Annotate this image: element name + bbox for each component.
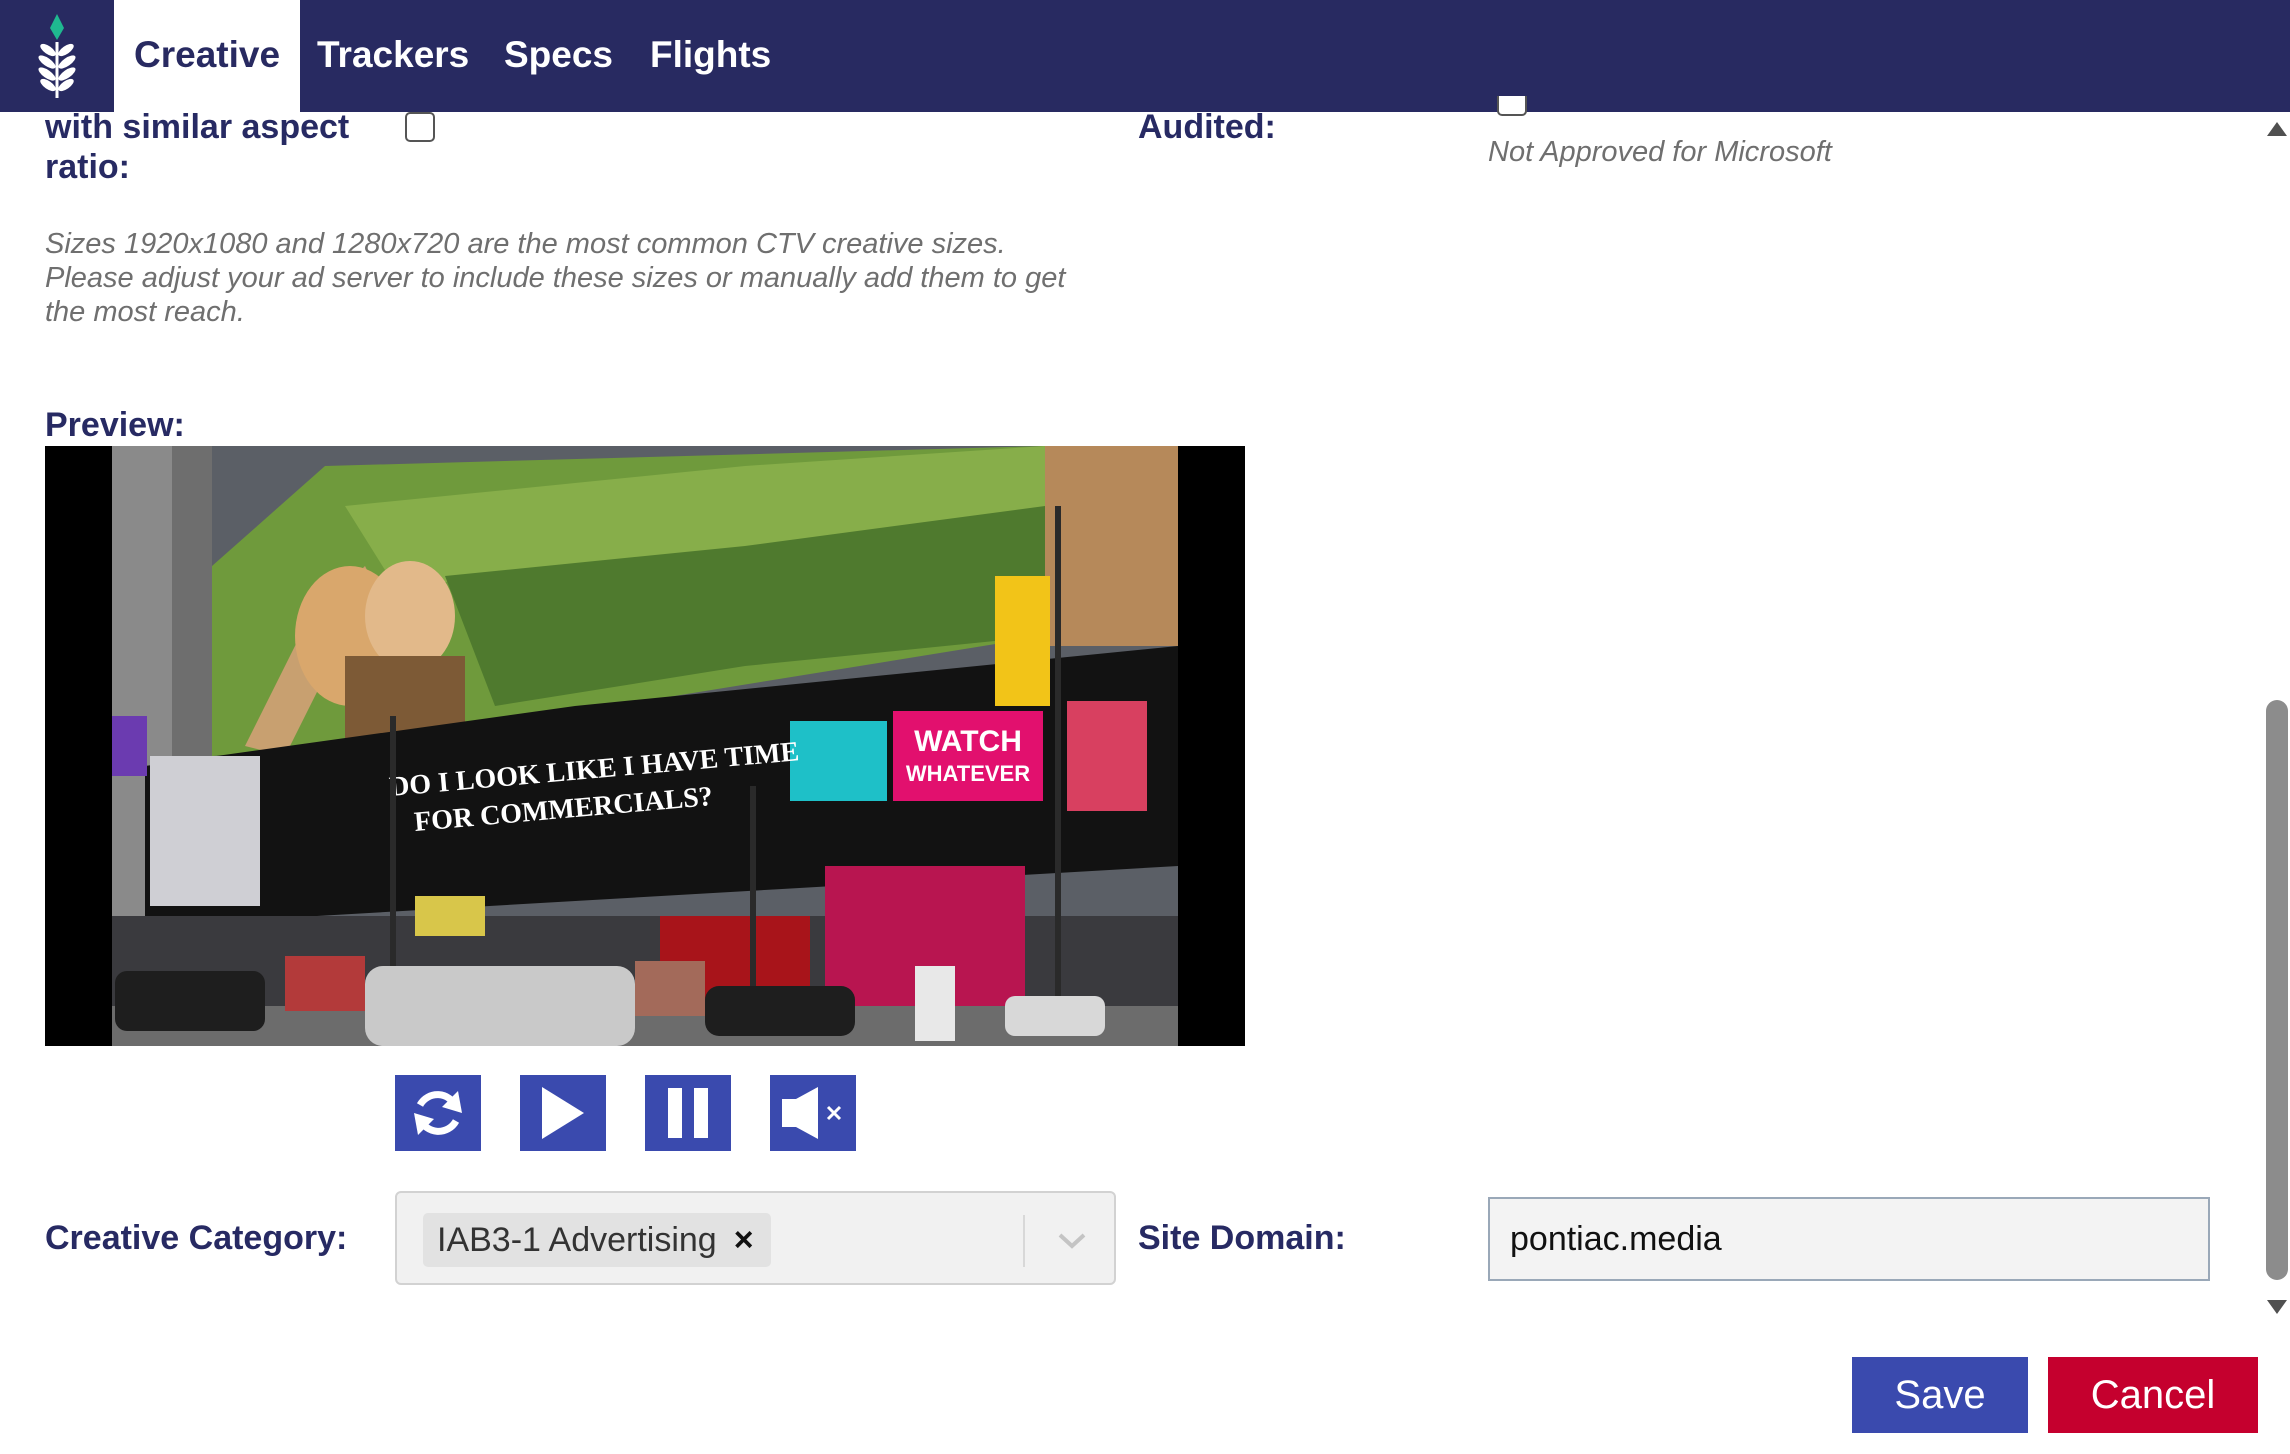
size-hint-line2: Please adjust your ad server to include … xyxy=(45,262,1066,294)
creative-category-label: Creative Category: xyxy=(45,1219,348,1257)
pause-icon xyxy=(668,1088,708,1138)
tab-creative[interactable]: Creative xyxy=(114,0,301,112)
audited-checkbox[interactable] xyxy=(1497,96,1527,116)
save-button[interactable]: Save xyxy=(1852,1357,2028,1433)
tab-flights[interactable]: Flights xyxy=(650,0,771,112)
scroll-down-arrow-icon[interactable] xyxy=(2267,1300,2287,1314)
pause-button[interactable] xyxy=(645,1075,731,1151)
tab-trackers[interactable]: Trackers xyxy=(317,0,469,112)
size-hint-line1: Sizes 1920x1080 and 1280x720 are the mos… xyxy=(45,228,1006,260)
mute-icon xyxy=(782,1087,842,1139)
cancel-button[interactable]: Cancel xyxy=(2048,1357,2258,1433)
aspect-ratio-checkbox[interactable] xyxy=(405,112,435,142)
replay-icon xyxy=(414,1091,462,1135)
category-chip-label: IAB3-1 Advertising xyxy=(437,1221,717,1259)
audited-status: Not Approved for Microsoft xyxy=(1488,136,1832,168)
replay-button[interactable] xyxy=(395,1075,481,1151)
mute-button[interactable] xyxy=(770,1075,856,1151)
aspect-ratio-label-line2: ratio: xyxy=(45,148,130,186)
top-nav-bar: Creative Trackers Specs Flights xyxy=(0,0,2290,112)
scrollbar-thumb[interactable] xyxy=(2266,700,2288,1280)
tab-specs[interactable]: Specs xyxy=(504,0,613,112)
play-button[interactable] xyxy=(520,1075,606,1151)
select-separator xyxy=(1023,1215,1025,1267)
creative-category-select[interactable]: IAB3-1 Advertising × xyxy=(395,1191,1116,1285)
chevron-down-icon[interactable] xyxy=(1047,1217,1097,1265)
scroll-up-arrow-icon[interactable] xyxy=(2267,122,2287,136)
play-icon xyxy=(542,1087,584,1139)
video-preview[interactable]: WATCH WHATEVER DO I LOOK LIKE I HAVE TIM… xyxy=(45,446,1245,1046)
wheat-leaf-logo-icon[interactable] xyxy=(0,0,114,112)
site-domain-label: Site Domain: xyxy=(1138,1219,1346,1257)
size-hint-line3: the most reach. xyxy=(45,296,245,328)
audited-label: Audited: xyxy=(1138,108,1276,146)
remove-category-icon[interactable]: × xyxy=(729,1213,759,1267)
category-chip: IAB3-1 Advertising × xyxy=(423,1213,771,1267)
billboard-watch-text: WATCH xyxy=(914,725,1022,758)
aspect-ratio-label-line1: with similar aspect xyxy=(45,108,350,146)
preview-label: Preview: xyxy=(45,406,185,444)
site-domain-input[interactable] xyxy=(1488,1197,2210,1281)
billboard-whatever-text: WHATEVER xyxy=(906,761,1030,786)
